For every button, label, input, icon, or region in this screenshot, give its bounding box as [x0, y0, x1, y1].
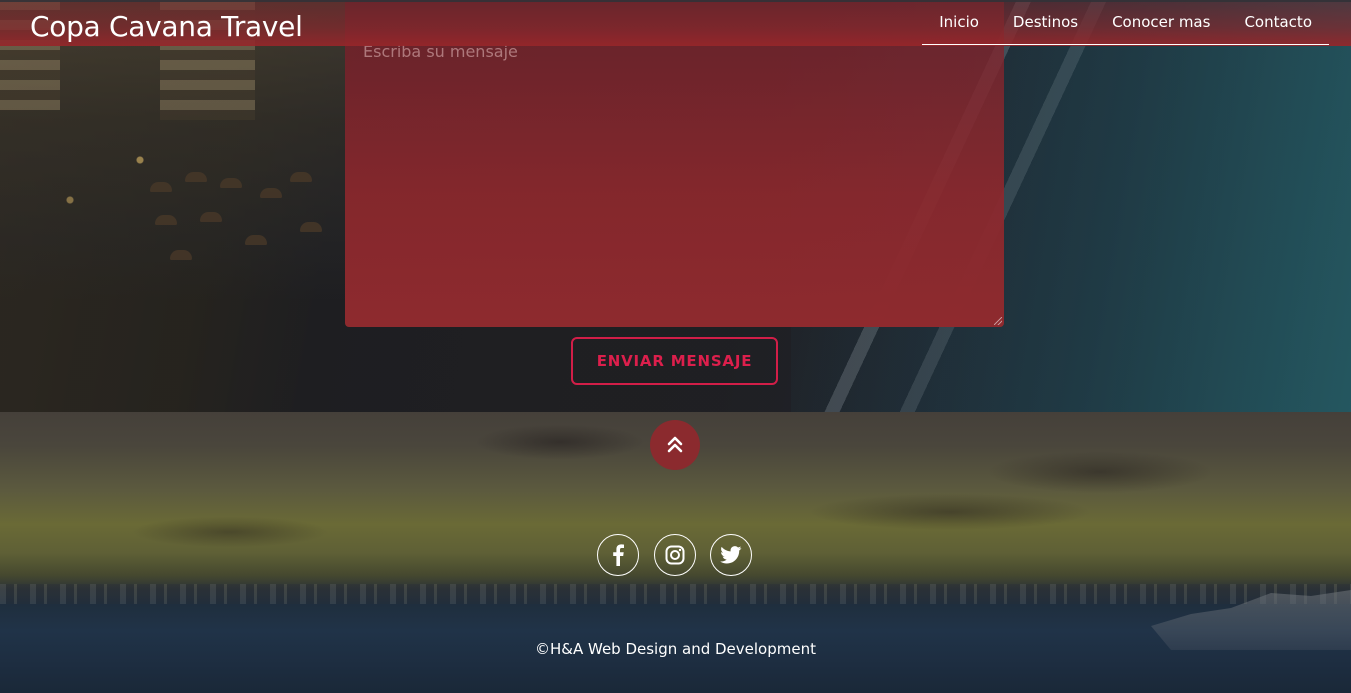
beach-umbrella — [300, 222, 322, 232]
copyright-text: ©H&A Web Design and Development — [534, 640, 816, 658]
nav-item-contacto[interactable]: Contacto — [1227, 13, 1329, 31]
instagram-link[interactable] — [654, 534, 696, 576]
city-skyline — [0, 584, 1351, 604]
message-textarea[interactable]: Escriba su mensaje — [345, 0, 1004, 327]
beach-umbrella — [220, 178, 242, 188]
beach-umbrella — [245, 235, 267, 245]
send-message-button[interactable]: ENVIAR MENSAJE — [571, 337, 778, 385]
footer: ©H&A Web Design and Development — [0, 412, 1351, 693]
navbar: Copa Cavana Travel Inicio Destinos Conoc… — [0, 0, 1351, 46]
chevron-double-up-icon — [667, 436, 683, 453]
nav-item-inicio[interactable]: Inicio — [922, 13, 996, 31]
beach-umbrella — [185, 172, 207, 182]
contact-section: Escriba su mensaje ENVIAR MENSAJE — [0, 0, 1351, 412]
twitter-link[interactable] — [710, 534, 752, 576]
beach-umbrella — [150, 182, 172, 192]
scroll-to-top-button[interactable] — [650, 420, 700, 470]
brand-logo[interactable]: Copa Cavana Travel — [30, 10, 303, 43]
beach-umbrella — [290, 172, 312, 182]
beach-umbrella — [155, 215, 177, 225]
facebook-icon — [613, 544, 624, 566]
facebook-link[interactable] — [597, 534, 639, 576]
main-nav: Inicio Destinos Conocer mas Contacto — [922, 0, 1329, 45]
nav-item-destinos[interactable]: Destinos — [996, 13, 1095, 31]
twitter-icon — [720, 546, 742, 564]
beach-umbrella — [170, 250, 192, 260]
nav-item-conocer-mas[interactable]: Conocer mas — [1095, 13, 1227, 31]
beach-umbrella — [260, 188, 282, 198]
beach-umbrella — [200, 212, 222, 222]
resize-grip-icon[interactable] — [994, 317, 1002, 325]
instagram-icon — [665, 545, 685, 565]
